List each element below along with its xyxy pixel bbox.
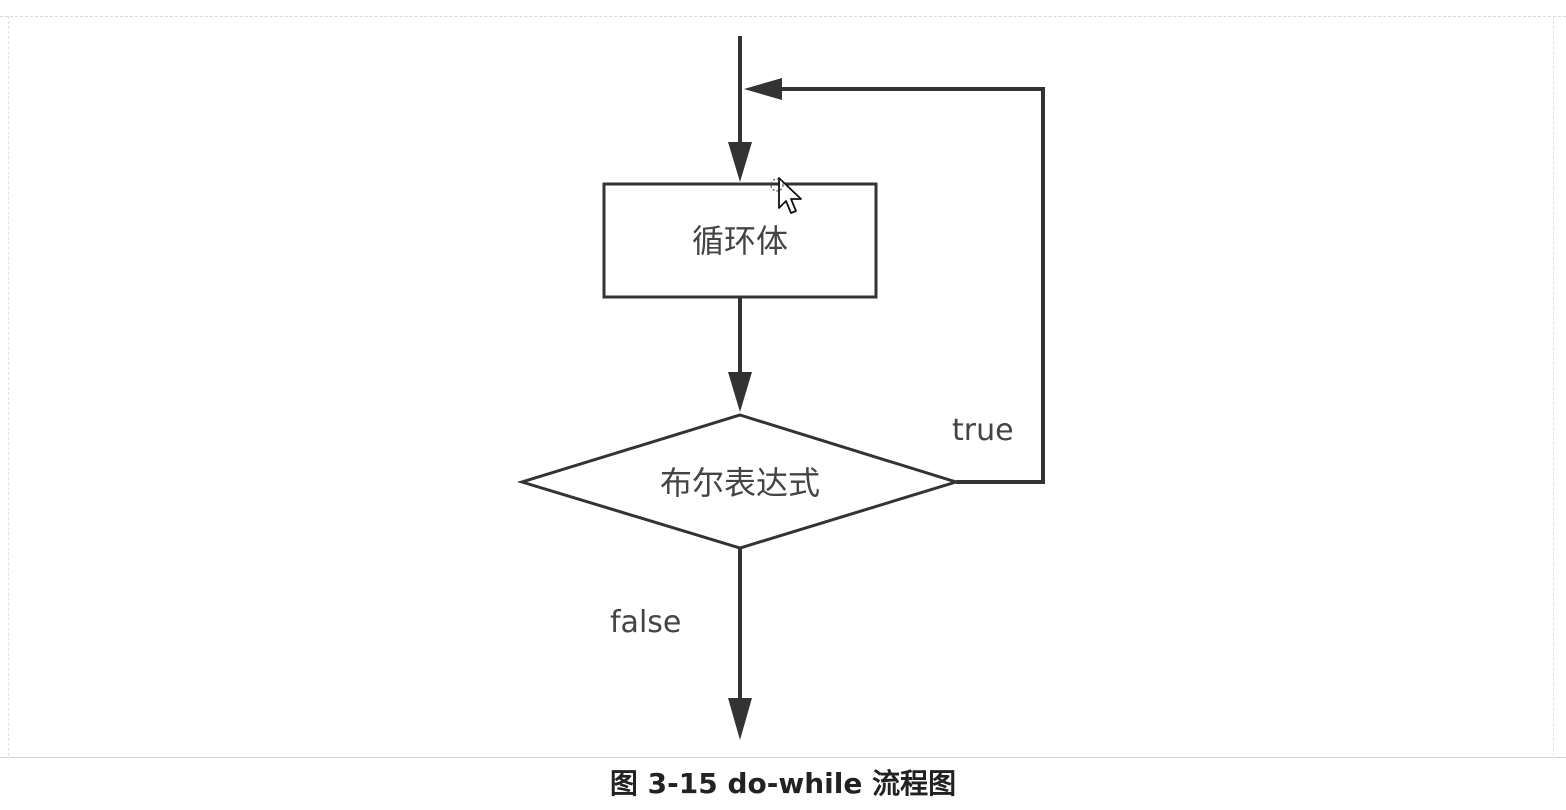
figure-caption: 图 3-15 do-while 流程图 (609, 767, 957, 800)
condition-label: 布尔表达式 (660, 464, 820, 502)
true-loop-back-arrow-head (744, 78, 782, 100)
page: 循环体 布尔表达式 true false 图 3-15 do-while 流程图 (0, 0, 1566, 810)
false-exit-arrow-head (728, 698, 752, 740)
loop-body-label: 循环体 (692, 222, 788, 260)
false-label: false (610, 605, 681, 640)
true-label: true (952, 413, 1014, 448)
entry-arrow-head (728, 142, 752, 182)
do-while-flowchart: 循环体 布尔表达式 true false (516, 36, 1045, 740)
body-to-condition-arrow-head (728, 372, 752, 412)
